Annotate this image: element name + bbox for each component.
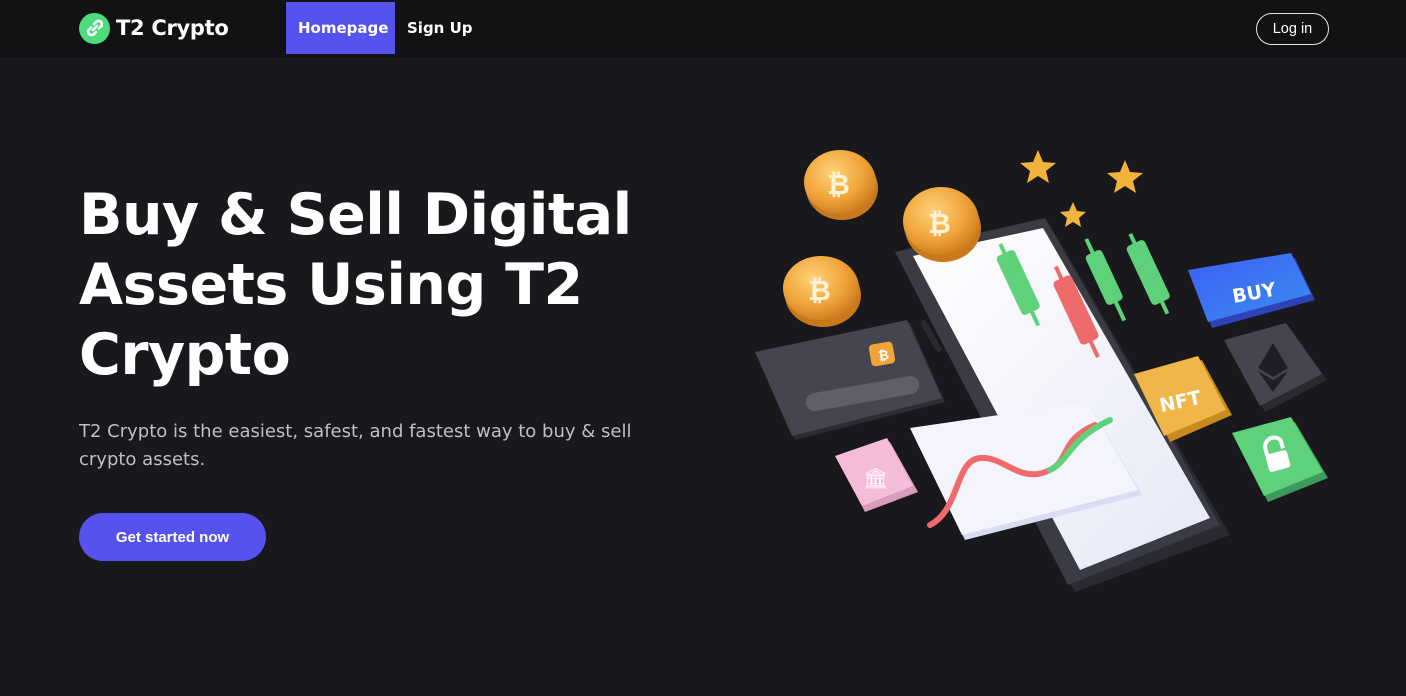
- top-navbar: T2 Crypto Homepage Sign Up Log in: [0, 0, 1406, 57]
- login-button[interactable]: Log in: [1256, 13, 1329, 45]
- link-icon: [79, 12, 110, 44]
- credit-card-icon: ₿: [755, 320, 945, 440]
- hero-title: Buy & Sell Digital Assets Using T2 Crypt…: [79, 182, 632, 388]
- crypto-phone-illustration: ₿ 🏛 ₿ ₿ ₿ BUY NFT: [755, 150, 1328, 592]
- bitcoin-coin-icon: ₿: [804, 150, 878, 220]
- buy-tile-icon: BUY: [1188, 253, 1315, 328]
- svg-text:🏛: 🏛: [863, 466, 888, 490]
- brand-name: T2 Crypto: [116, 16, 229, 40]
- get-started-button[interactable]: Get started now: [79, 513, 266, 561]
- nav-link-sign-up[interactable]: Sign Up: [395, 2, 485, 54]
- bitcoin-coin-icon: ₿: [783, 256, 861, 327]
- ethereum-icon: [1224, 323, 1327, 412]
- hero-subtitle: T2 Crypto is the easiest, safest, and fa…: [79, 421, 632, 470]
- svg-text:₿: ₿: [827, 168, 850, 201]
- hero-illustration: ₿ 🏛 ₿ ₿ ₿ BUY NFT: [750, 140, 1340, 600]
- svg-text:₿: ₿: [808, 274, 831, 307]
- lock-icon: [1232, 417, 1328, 502]
- star-icon: [1060, 202, 1086, 227]
- bank-icon: 🏛: [835, 438, 918, 512]
- svg-text:₿: ₿: [928, 207, 951, 240]
- star-icon: [1020, 150, 1056, 183]
- brand-logo-link[interactable]: T2 Crypto: [79, 12, 229, 44]
- star-icon: [1107, 160, 1143, 193]
- nav-link-homepage[interactable]: Homepage: [286, 2, 395, 54]
